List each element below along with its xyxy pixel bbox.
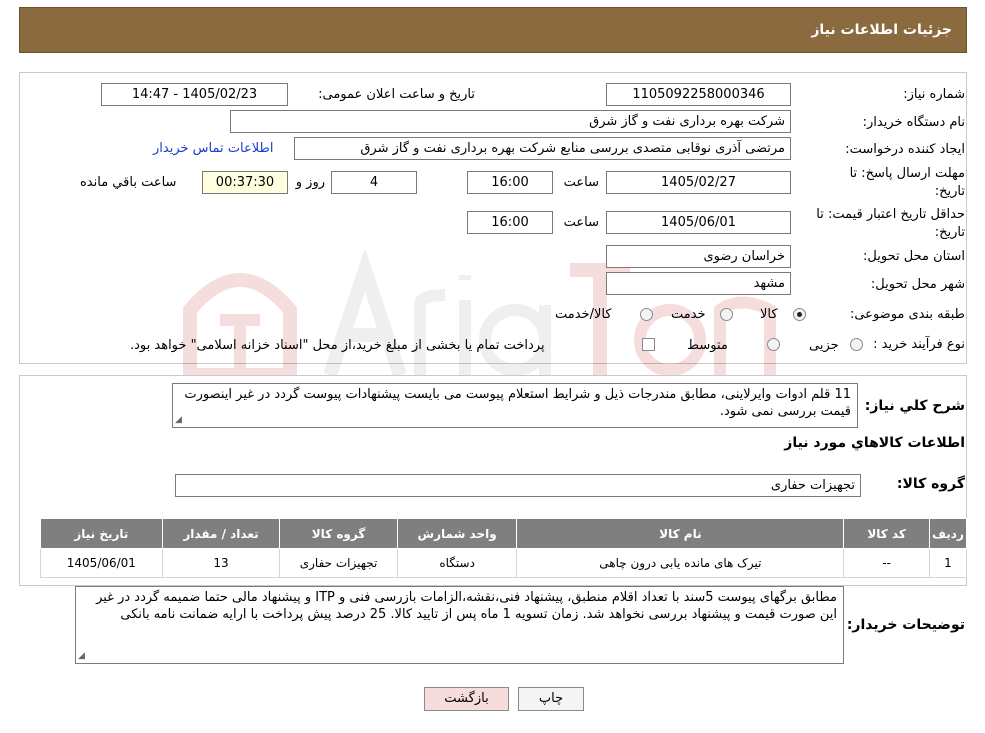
col-row-number: ردیف (928, 518, 968, 549)
cell-goods-code: -- (843, 548, 930, 578)
treasury-payment-note: پرداخت تمام یا بخشی از مبلغ خرید،از محل … (130, 338, 545, 353)
buyer-notes-text: مطابق برگهای پیوست 5سند با تعداد اقلام م… (96, 590, 837, 622)
resize-grip-icon[interactable]: ◢ (175, 416, 182, 425)
print-button[interactable]: چاپ (518, 687, 584, 711)
col-goods-code: کد کالا (843, 518, 930, 549)
goods-table: ردیف کد کالا نام کالا واحد شمارش گروه کا… (40, 518, 968, 578)
city-label: شهر محل تحویل: (870, 277, 965, 292)
buyer-notes-textarea[interactable]: مطابق برگهای پیوست 5سند با تعداد اقلام م… (75, 586, 844, 664)
goods-group-field: تجهیزات حفاری (175, 474, 861, 497)
deadline-label-line2: تاریخ: (934, 184, 965, 199)
category-option-goods: کالا (760, 307, 778, 322)
validity-time-label: ساعت (563, 215, 599, 230)
purchase-radio-minor[interactable] (850, 338, 863, 351)
remaining-label: ساعت باقي مانده (80, 175, 177, 190)
validity-label-line1: حداقل تاریخ اعتبار قیمت: تا (816, 207, 965, 222)
purchase-type-label: نوع فرآیند خرید : (873, 337, 965, 352)
col-goods-group: گروه کالا (279, 518, 398, 549)
cell-unit: دستگاه (396, 548, 518, 578)
table-header-row: ردیف کد کالا نام کالا واحد شمارش گروه کا… (40, 518, 968, 549)
resize-grip-icon[interactable]: ◢ (78, 652, 85, 661)
deadline-time-field: 16:00 (467, 171, 553, 194)
deadline-time-label: ساعت (563, 175, 599, 190)
summary-text: 11 قلم ادوات وایرلاینی، مطابق مندرجات ذی… (184, 387, 851, 419)
remaining-time-field: 00:37:30 (202, 171, 288, 194)
purchase-option-medium: متوسط (687, 338, 728, 353)
category-radio-service[interactable] (720, 308, 733, 321)
category-option-goods-service: کالا/خدمت (555, 307, 612, 322)
buyer-notes-label: توضیحات خریدار: (846, 617, 965, 633)
cell-row-number: 1 (928, 548, 968, 578)
buyer-contact-link[interactable]: اطلاعات تماس خریدار (153, 141, 273, 156)
purchase-radio-medium[interactable] (767, 338, 780, 351)
validity-time-field: 16:00 (467, 211, 553, 234)
cell-quantity: 13 (161, 548, 281, 578)
summary-textarea[interactable]: 11 قلم ادوات وایرلاینی، مطابق مندرجات ذی… (172, 383, 858, 428)
need-number-field: 1105092258000346 (606, 83, 791, 106)
category-radio-goods[interactable] (793, 308, 806, 321)
goods-group-label: گروه کالا: (896, 476, 965, 492)
treasury-payment-checkbox[interactable] (642, 338, 655, 351)
category-label: طبقه بندی موضوعی: (849, 307, 965, 322)
validity-label-line2: تاریخ: (934, 225, 965, 240)
buyer-org-label: نام دستگاه خریدار: (862, 115, 965, 130)
announce-datetime-label: تاریخ و ساعت اعلان عمومی: (318, 87, 475, 102)
creator-label: ایجاد کننده درخواست: (845, 142, 965, 157)
city-field: مشهد (606, 272, 791, 295)
purchase-option-minor: جزیی (809, 338, 839, 353)
deadline-date-field: 1405/02/27 (606, 171, 791, 194)
province-label: استان محل تحویل: (863, 249, 965, 264)
cell-goods-group: تجهیزات حفاری (279, 548, 398, 578)
remaining-days-field: 4 (331, 171, 417, 194)
col-quantity: تعداد / مقدار (161, 518, 281, 549)
cell-need-date: 1405/06/01 (40, 548, 163, 578)
cell-goods-name: تیرک های مانده یابی درون چاهی (516, 548, 845, 578)
category-option-service: خدمت (671, 307, 706, 322)
days-label: روز و (295, 175, 325, 190)
back-button[interactable]: بازگشت (424, 687, 509, 711)
table-row: 1 -- تیرک های مانده یابی درون چاهی دستگا… (40, 548, 968, 578)
page-header: جزئیات اطلاعات نیاز (19, 7, 967, 53)
summary-label: شرح كلي نياز: (864, 398, 965, 414)
goods-info-title: اطلاعات كالاهاي مورد نياز (784, 435, 965, 451)
col-unit: واحد شمارش (396, 518, 518, 549)
province-field: خراسان رضوی (606, 245, 791, 268)
deadline-label-line1: مهلت ارسال پاسخ: تا (849, 166, 965, 181)
col-need-date: تاریخ نیاز (40, 518, 163, 549)
creator-field: مرتضی آذری نوقابی متصدی بررسی منابع شرکت… (294, 137, 791, 160)
buyer-org-field: شرکت بهره برداری نفت و گاز شرق (230, 110, 791, 133)
col-goods-name: نام کالا (516, 518, 845, 549)
category-radio-goods-service[interactable] (640, 308, 653, 321)
page-title: جزئیات اطلاعات نیاز (811, 22, 952, 38)
announce-datetime-field: 1405/02/23 - 14:47 (101, 83, 288, 106)
need-number-label: شماره نیاز: (903, 87, 965, 102)
validity-date-field: 1405/06/01 (606, 211, 791, 234)
